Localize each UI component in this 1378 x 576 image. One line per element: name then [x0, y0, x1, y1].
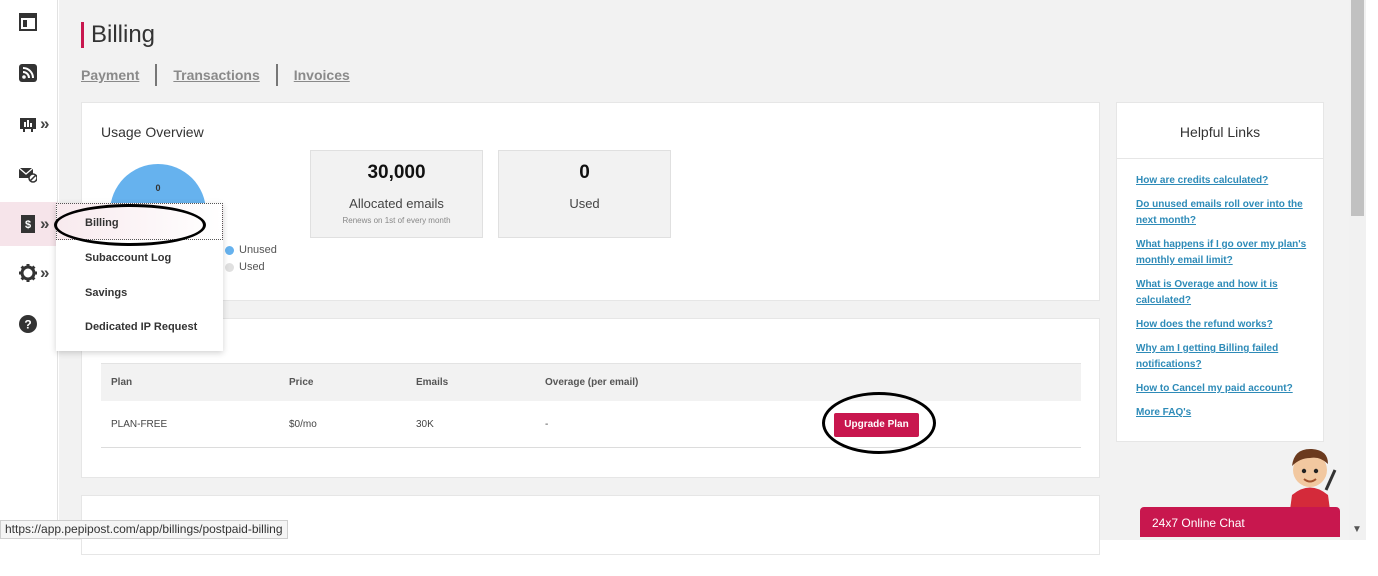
faq-link-credits[interactable]: How are credits calculated? — [1136, 173, 1314, 189]
allocated-emails-stat: 30,000 Allocated emails Renews on 1st of… — [310, 150, 483, 238]
nav-item-mail-settings[interactable] — [0, 152, 58, 196]
billing-icon: $ — [19, 215, 37, 233]
plan-emails: 30K — [416, 418, 434, 430]
tab-invoices[interactable]: Invoices — [278, 64, 366, 86]
svg-text:$: $ — [25, 219, 31, 231]
legend-used: Used — [225, 261, 265, 273]
online-chat-button[interactable]: 24x7 Online Chat — [1140, 507, 1340, 537]
helpful-links-title: Helpful Links — [1179, 124, 1261, 140]
chevron-right-icon: » — [40, 214, 50, 233]
allocated-emails-label: Allocated emails — [349, 196, 444, 211]
submenu-item-savings[interactable]: Savings — [85, 287, 127, 299]
table-row: PLAN-FREE $0/mo 30K - Upgrade Plan — [101, 392, 1081, 454]
faq-link-overage[interactable]: What is Overage and how it is calculated… — [1136, 277, 1314, 309]
used-emails-label: Used — [569, 196, 600, 211]
divider — [1117, 158, 1323, 159]
dashboard-icon — [19, 13, 37, 31]
chevron-right-icon: » — [40, 263, 50, 282]
nav-item-reports[interactable]: » — [0, 102, 58, 146]
used-emails-value: 0 — [579, 162, 590, 183]
mail-settings-icon — [19, 165, 37, 183]
sidebar: » $ » » ? — [0, 0, 58, 540]
table-header: Plan Price Emails Overage (per email) — [101, 363, 1081, 401]
nav-item-dashboard[interactable] — [0, 0, 58, 44]
legend-label-unused: Unused — [239, 244, 277, 256]
allocated-emails-note: Renews on 1st of every month — [342, 216, 451, 225]
chat-mascot-icon[interactable] — [1280, 440, 1340, 510]
nav-item-feeds[interactable] — [0, 51, 58, 95]
legend-unused: Unused — [225, 244, 277, 256]
column-header-plan: Plan — [111, 377, 133, 388]
faq-link-over-limit[interactable]: What happens if I go over my plan's mont… — [1136, 237, 1314, 269]
annotation-circle — [54, 204, 206, 246]
nav-item-help[interactable]: ? — [0, 302, 58, 346]
faq-link-billing-failed[interactable]: Why am I getting Billing failed notifica… — [1136, 341, 1314, 373]
billing-submenu: Billing Subaccount Log Savings Dedicated… — [54, 203, 223, 351]
legend-dot-unused — [225, 245, 234, 255]
reports-icon — [19, 115, 37, 133]
vertical-scrollbar[interactable]: ▼ — [1349, 0, 1366, 540]
legend-dot-used — [225, 262, 234, 272]
chevron-right-icon: » — [40, 114, 50, 133]
nav-item-billing[interactable]: $ » — [0, 202, 58, 246]
rss-icon — [19, 64, 37, 82]
helpful-links-card: Helpful Links How are credits calculated… — [1116, 102, 1324, 442]
plan-table: Plan Price Emails Overage (per email) PL… — [101, 363, 1081, 454]
submenu-item-billing[interactable]: Billing — [85, 217, 119, 229]
plan-card: Plan Price Emails Overage (per email) PL… — [81, 318, 1100, 478]
tab-transactions[interactable]: Transactions — [157, 64, 275, 86]
scroll-down-arrow-icon[interactable]: ▼ — [1352, 524, 1362, 535]
scrollbar-thumb[interactable] — [1351, 0, 1364, 216]
upgrade-plan-button[interactable]: Upgrade Plan — [834, 413, 919, 437]
usage-overview-card: Usage Overview 0 Unused Used 30,000 Allo… — [81, 102, 1100, 301]
legend-label-used: Used — [239, 261, 265, 273]
submenu-item-dedicated-ip-request[interactable]: Dedicated IP Request — [85, 321, 197, 333]
column-header-overage: Overage (per email) — [545, 377, 639, 388]
column-header-emails: Emails — [416, 377, 449, 388]
faq-link-cancel[interactable]: How to Cancel my paid account? — [1136, 381, 1314, 397]
status-bar-url: https://app.pepipost.com/app/billings/po… — [0, 520, 288, 539]
main-content: Billing Payment Transactions Invoices Us… — [59, 0, 1349, 555]
faq-link-rollover[interactable]: Do unused emails roll over into the next… — [1136, 197, 1314, 229]
allocated-emails-value: 30,000 — [367, 162, 426, 183]
plan-price: $0/mo — [289, 418, 317, 430]
screen: » $ » » ? Billing Payment Transactions I… — [0, 0, 1378, 576]
svg-text:?: ? — [24, 318, 31, 332]
tab-payment[interactable]: Payment — [81, 64, 155, 86]
plan-overage: - — [545, 418, 549, 430]
plan-name: PLAN-FREE — [111, 418, 168, 430]
faq-link-more[interactable]: More FAQ's — [1136, 405, 1314, 421]
faq-link-refund[interactable]: How does the refund works? — [1136, 317, 1314, 333]
usage-overview-title: Usage Overview — [101, 124, 204, 140]
help-icon: ? — [19, 315, 37, 333]
gear-icon — [19, 264, 37, 282]
helpful-links-list: How are credits calculated? Do unused em… — [1136, 173, 1314, 429]
billing-tabs: Payment Transactions Invoices — [81, 64, 366, 86]
used-emails-stat: 0 Used — [498, 150, 671, 238]
submenu-item-subaccount-log[interactable]: Subaccount Log — [85, 252, 171, 264]
donut-value: 0 — [155, 183, 161, 193]
column-header-price: Price — [289, 377, 314, 388]
page-title: Billing — [81, 22, 155, 48]
nav-item-settings[interactable]: » — [0, 251, 58, 295]
